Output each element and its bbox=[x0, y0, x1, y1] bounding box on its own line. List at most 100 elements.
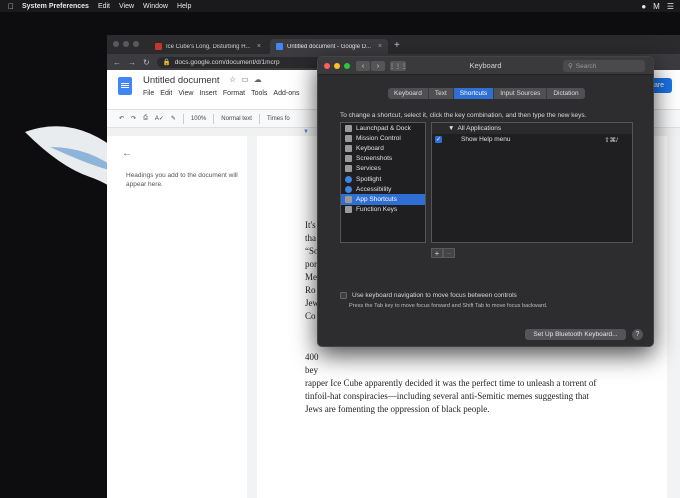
menu-window[interactable]: Window bbox=[143, 3, 168, 10]
category-launchpad-dock[interactable]: Launchpad & Dock bbox=[341, 123, 425, 133]
category-spotlight[interactable]: Spotlight bbox=[341, 174, 425, 184]
undo-icon[interactable]: ↶ bbox=[119, 115, 124, 122]
shortcut-category-list: Launchpad & Dock Mission Control Keyboar… bbox=[340, 122, 426, 243]
close-icon[interactable]: × bbox=[378, 43, 382, 50]
style-select[interactable]: Normal text bbox=[221, 116, 252, 122]
redo-icon[interactable]: ↷ bbox=[131, 115, 136, 122]
shortcut-group-row[interactable]: ▼ All Applications bbox=[432, 123, 632, 134]
shortcut-keys[interactable]: ⇧⌘/ bbox=[604, 136, 618, 144]
prefs-tabs: Keyboard Text Shortcuts Input Sources Di… bbox=[388, 88, 585, 99]
gmail-icon[interactable]: M bbox=[653, 2, 660, 11]
close-icon[interactable]: × bbox=[257, 43, 261, 50]
disclosure-triangle-icon[interactable]: ▼ bbox=[448, 125, 454, 132]
category-label: Spotlight bbox=[356, 175, 382, 183]
tab-text[interactable]: Text bbox=[428, 88, 454, 99]
docs-menu-edit[interactable]: Edit bbox=[160, 90, 172, 97]
address-url: docs.google.com/document/d/1mcrp bbox=[174, 58, 280, 66]
category-function-keys[interactable]: Function Keys bbox=[341, 205, 425, 215]
paint-format-icon[interactable]: ✎ bbox=[171, 115, 176, 122]
star-icon[interactable]: ☆ bbox=[229, 75, 236, 84]
tab-input-sources[interactable]: Input Sources bbox=[494, 88, 548, 99]
body-fragment: Co bbox=[305, 311, 316, 321]
add-remove-controls: + − bbox=[431, 248, 455, 258]
menu-app-name[interactable]: System Preferences bbox=[22, 3, 89, 10]
keyboard-navigation-option: Use keyboard navigation to move focus be… bbox=[340, 292, 517, 299]
docs-logo-icon[interactable] bbox=[118, 77, 132, 95]
search-icon: ⚲ bbox=[568, 63, 573, 70]
docs-menu-file[interactable]: File bbox=[143, 90, 154, 97]
font-select[interactable]: Times fo bbox=[267, 116, 290, 122]
docs-menu-insert[interactable]: Insert bbox=[199, 90, 217, 97]
status-icon[interactable]: ● bbox=[641, 2, 646, 11]
browser-tab-1[interactable]: Ice Cube's Long, Disturbing H... × bbox=[149, 39, 267, 54]
forward-icon[interactable]: → bbox=[128, 58, 136, 67]
body-line: tinfoil-hat conspiracies—including sever… bbox=[305, 391, 589, 401]
category-mission-control[interactable]: Mission Control bbox=[341, 133, 425, 143]
apple-menu-icon[interactable]:  bbox=[8, 2, 14, 11]
function-key-icon bbox=[345, 206, 352, 214]
shortcut-list: ▼ All Applications ✓ Show Help menu ⇧⌘/ bbox=[431, 122, 633, 243]
remove-shortcut-button[interactable]: − bbox=[443, 248, 455, 258]
app-shortcuts-icon bbox=[345, 195, 352, 203]
browser-tab-2[interactable]: Untitled document - Google D... × bbox=[270, 39, 388, 54]
setup-bluetooth-keyboard-button[interactable]: Set Up Bluetooth Keyboard... bbox=[525, 329, 626, 340]
body-fragment: tha bbox=[305, 233, 316, 243]
group-label: All Applications bbox=[457, 125, 502, 132]
menu-view[interactable]: View bbox=[119, 3, 134, 10]
docs-menu-addons[interactable]: Add-ons bbox=[273, 90, 299, 97]
category-screenshots[interactable]: Screenshots bbox=[341, 154, 425, 164]
keyboard-navigation-label[interactable]: Use keyboard navigation to move focus be… bbox=[352, 292, 517, 299]
category-label: Function Keys bbox=[356, 206, 398, 214]
shortcut-enabled-checkbox[interactable]: ✓ bbox=[435, 136, 442, 143]
tab-favicon bbox=[276, 43, 283, 50]
outline-back-arrow-icon[interactable]: ← bbox=[122, 148, 132, 159]
keyboard-icon bbox=[345, 144, 352, 152]
indent-marker-icon[interactable]: ▼ bbox=[303, 129, 309, 135]
category-label: Accessibility bbox=[356, 185, 392, 193]
spellcheck-icon[interactable]: A✓ bbox=[155, 115, 164, 122]
keyboard-preferences-window: ‹ › ⋮⋮⋮ Keyboard ⚲ Search Keyboard Text … bbox=[317, 56, 654, 347]
move-folder-icon[interactable]: ▭ bbox=[241, 75, 249, 84]
menu-edit[interactable]: Edit bbox=[98, 3, 110, 10]
add-shortcut-button[interactable]: + bbox=[431, 248, 443, 258]
tab-shortcuts[interactable]: Shortcuts bbox=[453, 88, 495, 99]
body-line: rapper Ice Cube apparently decided it wa… bbox=[305, 378, 597, 388]
body-fragment: Ro bbox=[305, 285, 316, 295]
tab-dictation[interactable]: Dictation bbox=[547, 88, 585, 99]
category-label: App Shortcuts bbox=[356, 195, 397, 203]
shortcut-row[interactable]: ✓ Show Help menu ⇧⌘/ bbox=[432, 134, 632, 145]
docs-menu-tools[interactable]: Tools bbox=[251, 90, 267, 97]
reload-icon[interactable]: ↻ bbox=[143, 58, 150, 67]
category-accessibility[interactable]: Accessibility bbox=[341, 184, 425, 194]
tab-keyboard[interactable]: Keyboard bbox=[388, 88, 429, 99]
browser-window-controls[interactable] bbox=[113, 41, 139, 47]
document-outline: ← Headings you add to the document will … bbox=[107, 136, 247, 498]
doc-title[interactable]: Untitled document bbox=[143, 75, 220, 86]
new-tab-button[interactable]: + bbox=[394, 40, 400, 51]
docs-menu-view[interactable]: View bbox=[178, 90, 193, 97]
category-keyboard[interactable]: Keyboard bbox=[341, 143, 425, 153]
spotlight-icon bbox=[345, 175, 352, 183]
print-icon[interactable]: ⎙ bbox=[143, 115, 148, 122]
menu-bar:  System Preferences Edit View Window He… bbox=[0, 0, 680, 12]
category-label: Launchpad & Dock bbox=[356, 124, 411, 132]
back-icon[interactable]: ← bbox=[113, 58, 121, 67]
category-app-shortcuts[interactable]: App Shortcuts bbox=[341, 194, 425, 205]
shortcut-instructions: To change a shortcut, select it, click t… bbox=[340, 112, 587, 119]
launchpad-icon bbox=[345, 124, 352, 132]
body-fragment: por bbox=[305, 259, 317, 269]
body-fragment: It's bbox=[305, 220, 316, 230]
body-fragment: bey bbox=[305, 365, 318, 375]
category-services[interactable]: Services bbox=[341, 164, 425, 174]
keyboard-navigation-checkbox[interactable] bbox=[340, 292, 347, 299]
lock-icon: 🔒 bbox=[162, 59, 171, 66]
menu-help[interactable]: Help bbox=[177, 3, 191, 10]
screenshot-icon bbox=[345, 155, 352, 163]
prefs-search-input[interactable]: ⚲ Search bbox=[563, 60, 645, 72]
docs-menu-format[interactable]: Format bbox=[223, 90, 245, 97]
category-label: Screenshots bbox=[356, 155, 393, 163]
zoom-select[interactable]: 100% bbox=[191, 116, 206, 122]
help-button[interactable]: ? bbox=[632, 329, 643, 340]
control-center-icon[interactable]: ☰ bbox=[667, 2, 674, 11]
body-line: Jews are fomenting the oppression of bla… bbox=[305, 404, 490, 414]
